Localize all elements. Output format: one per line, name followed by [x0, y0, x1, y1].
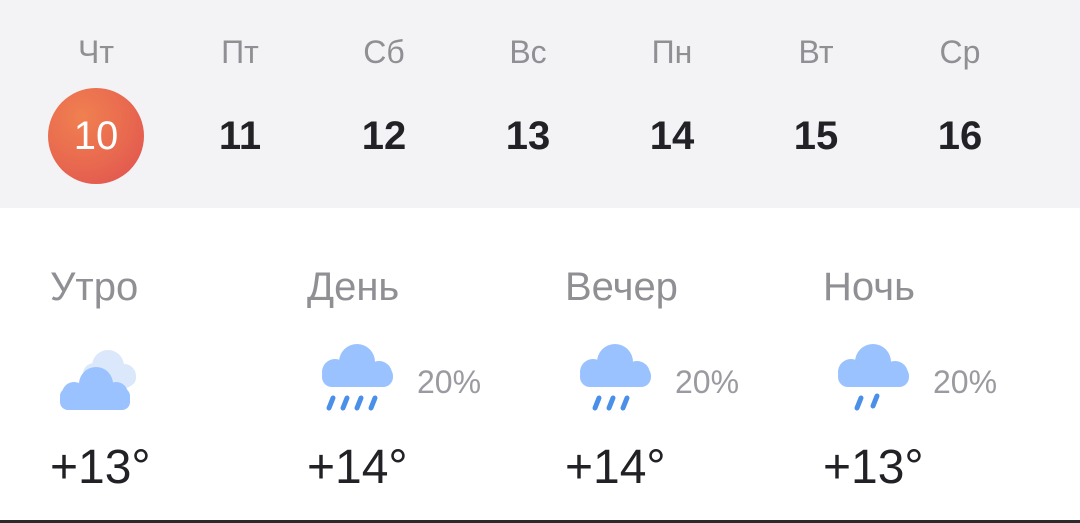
day-wed[interactable]: Ср 16	[888, 0, 1032, 208]
day-thu[interactable]: Чт 10	[24, 0, 168, 208]
day-mon[interactable]: Пн 14	[600, 0, 744, 208]
precipitation-probability: 20%	[675, 364, 740, 400]
day-of-week: Чт	[78, 34, 114, 70]
day-of-week: Вс	[509, 34, 547, 70]
selected-date-circle: 10	[48, 88, 144, 184]
day-number: 14	[649, 114, 695, 158]
part-label: Утро	[50, 265, 139, 309]
temperature: +14°	[565, 441, 666, 494]
forecast-morning: Утро +13°	[50, 208, 308, 508]
part-label: Ночь	[823, 265, 915, 309]
day-sun[interactable]: Вс 13	[456, 0, 600, 208]
week-strip: Чт 10 Пт 11 Сб 12 Вс 13 Пн 14 Вт 15 Ср 1…	[0, 0, 1080, 208]
light-rain-icon	[580, 344, 651, 411]
day-of-week: Вт	[798, 34, 834, 70]
temperature: +14°	[307, 441, 408, 494]
cloudy-icon	[60, 350, 136, 410]
day-number: 13	[505, 114, 551, 158]
drizzle-icon	[838, 344, 909, 411]
temperature: +13°	[50, 441, 151, 494]
day-fri[interactable]: Пт 11	[168, 0, 312, 208]
day-number: 10	[73, 114, 119, 158]
day-number: 15	[793, 114, 839, 158]
day-of-week: Пт	[221, 34, 259, 70]
forecast-night: Ночь 20% +13°	[823, 208, 1080, 508]
temperature: +13°	[823, 441, 924, 494]
day-number: 16	[937, 114, 983, 158]
part-label: Вечер	[565, 265, 678, 309]
day-of-week: Пн	[651, 34, 693, 70]
part-label: День	[307, 265, 400, 309]
forecast-evening: Вечер 20% +14°	[565, 208, 823, 508]
day-number: 11	[218, 114, 262, 158]
day-number: 12	[361, 114, 407, 158]
precipitation-probability: 20%	[417, 364, 482, 400]
day-of-week: Ср	[939, 34, 981, 70]
rain-icon	[322, 344, 393, 411]
day-tue[interactable]: Вт 15	[744, 0, 888, 208]
day-sat[interactable]: Сб 12	[312, 0, 456, 208]
day-of-week: Сб	[363, 34, 405, 70]
forecast-day: День 20% +14°	[307, 208, 565, 508]
precipitation-probability: 20%	[933, 364, 998, 400]
